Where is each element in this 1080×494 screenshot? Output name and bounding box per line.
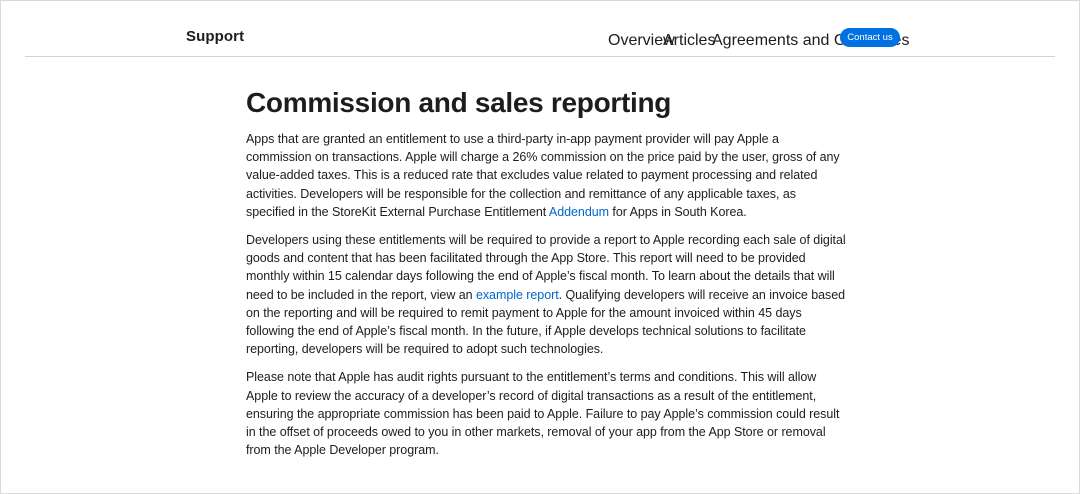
commission-text-end: for Apps in South Korea. (608, 204, 747, 219)
commission-text-start: Apps that are granted an entitlement to … (246, 132, 840, 219)
audit-rights-paragraph: Please note that Apple has audit rights … (246, 370, 840, 458)
support-brand-link[interactable]: Support (186, 28, 244, 45)
commission-paragraph: Apps that are granted an entitlement to … (246, 130, 846, 221)
page-title: Commission and sales reporting (246, 87, 672, 118)
nav-link-articles[interactable]: Articles (663, 32, 715, 50)
top-navbar: Support Overview Articles Agreements and… (25, 1, 1055, 57)
article-content: Commission and sales reporting Apps that… (246, 85, 846, 459)
addendum-link[interactable]: Addendum (549, 205, 609, 219)
reporting-paragraph: Developers using these entitlements will… (246, 231, 846, 358)
example-report-link[interactable]: example report (476, 288, 559, 302)
contact-us-button[interactable]: Contact us (840, 28, 900, 47)
page-frame: Support Overview Articles Agreements and… (0, 0, 1080, 494)
